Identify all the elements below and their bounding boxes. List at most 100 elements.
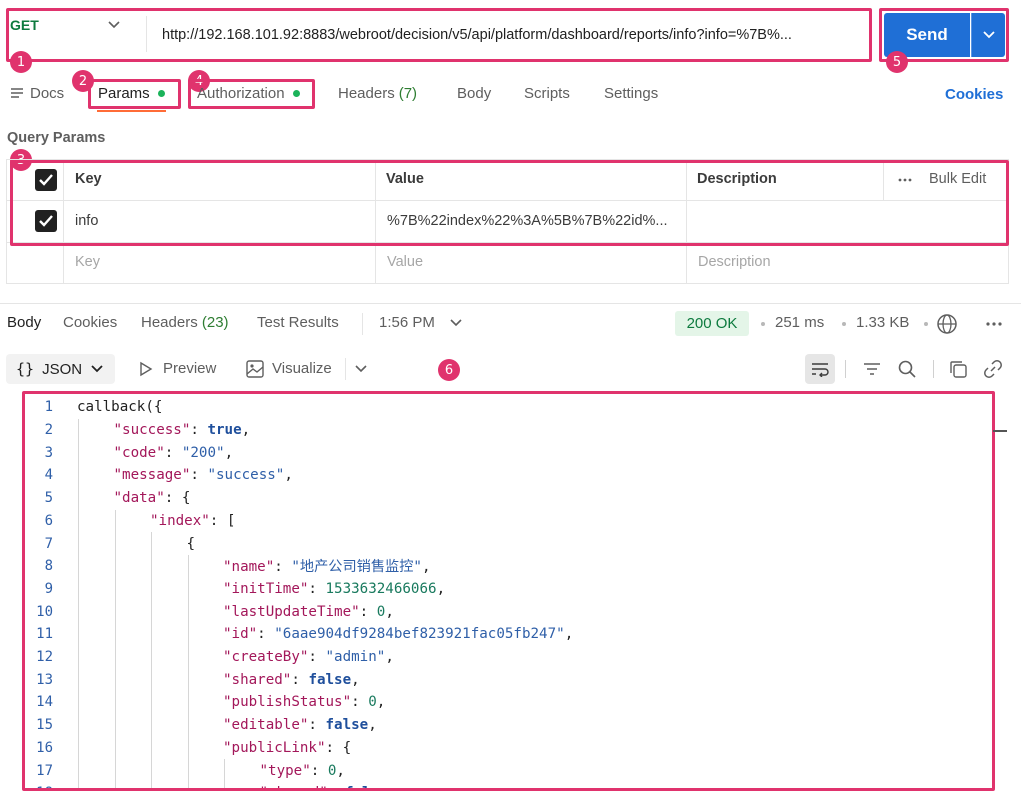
code-token: true [207, 422, 242, 439]
tab-headers[interactable]: Headers (7) [338, 82, 417, 104]
copy-icon[interactable] [948, 359, 968, 379]
tab-authorization[interactable]: Authorization [197, 82, 300, 104]
code-text: "data": { [114, 490, 191, 506]
code-text: "name": "地产公司销售监控", [223, 556, 430, 576]
code-line: 11 "id": "6aae904df9284bef823921fac05fb24… [25, 623, 992, 646]
code-line: 1 callback({ [25, 396, 992, 419]
new-value-input[interactable]: Value [387, 254, 423, 270]
line-number: 7 [44, 535, 53, 552]
line-number: 8 [44, 558, 53, 575]
code-line: 17 "type": 0, [25, 759, 992, 782]
code-text: "code": "200", [114, 445, 234, 461]
code-line: 13 "shared": false, [25, 668, 992, 691]
line-number: 1 [44, 399, 53, 416]
code-token: , [351, 671, 360, 688]
separator-dot [842, 322, 846, 326]
chevron-down-icon[interactable] [449, 318, 463, 328]
code-token: : [164, 444, 182, 461]
line-number: 10 [36, 603, 53, 620]
url-input[interactable]: http://192.168.101.92:8883/webroot/decis… [162, 24, 868, 46]
code-token: "lastUpdateTime" [223, 603, 360, 620]
param-key-cell[interactable]: info [75, 213, 98, 229]
tab-headers-label: Headers [338, 84, 395, 102]
code-token: , [436, 580, 446, 597]
toolbar-divider [845, 360, 846, 378]
code-line: 18 "shared": false [25, 782, 992, 788]
indent-guide [151, 532, 152, 788]
link-icon[interactable] [983, 359, 1003, 379]
cookies-link[interactable]: Cookies [945, 86, 1003, 103]
code-text: "id": "6aae904df9284bef823921fac05fb247"… [223, 626, 573, 642]
tab-authorization-label: Authorization [197, 84, 285, 102]
code-token: "admin" [325, 649, 386, 666]
indent-guide [187, 554, 189, 788]
line-number: 14 [36, 694, 53, 711]
indent-guide [78, 418, 79, 788]
tab-scripts[interactable]: Scripts [524, 82, 570, 104]
response-body-viewer[interactable]: 1 callback({2 "success": true, 3 "code": "20… [22, 391, 995, 791]
code-text: callback({ [77, 399, 162, 415]
code-token: 0 [368, 694, 377, 711]
line-number: 16 [36, 739, 53, 756]
filter-icon[interactable] [862, 360, 882, 378]
annotation-badge-6: 6 [438, 359, 460, 381]
send-options-button[interactable] [971, 13, 1005, 57]
code-line: 7{ [25, 532, 992, 555]
tab-headers-count: (7) [398, 84, 418, 102]
wrap-lines-button[interactable] [805, 354, 835, 384]
format-label: JSON [42, 360, 83, 378]
code-token: "6aae904df9284bef823921fac05fb247" [274, 626, 565, 643]
chevron-down-icon[interactable] [106, 18, 122, 32]
response-duration[interactable]: 251 ms [775, 314, 824, 331]
scrollbar-marker[interactable] [993, 430, 1007, 432]
format-select[interactable]: {} JSON [6, 354, 115, 384]
response-history[interactable]: 1:56 PM [379, 314, 435, 331]
globe-icon[interactable] [936, 313, 958, 335]
code-line: 3 "code": "200", [25, 441, 992, 464]
more-icon[interactable] [897, 177, 913, 183]
code-token: : { [325, 739, 352, 756]
tab-settings[interactable]: Settings [604, 82, 658, 104]
response-size[interactable]: 1.33 KB [856, 314, 909, 331]
new-key-input[interactable]: Key [75, 254, 100, 270]
checkmark-icon [39, 174, 53, 186]
code-text: "publishStatus": 0, [223, 694, 385, 710]
code-text: "message": "success", [114, 467, 293, 483]
param-row-checkbox[interactable] [35, 210, 57, 232]
code-line: 4 "message": "success", [25, 464, 992, 487]
param-value-cell[interactable]: %7B%22index%22%3A%5B%7B%22id%... [387, 213, 668, 229]
response-tab-cookies[interactable]: Cookies [63, 314, 117, 331]
select-all-checkbox[interactable] [35, 169, 57, 191]
annotation-badge-5: 5 [886, 51, 908, 73]
tab-docs[interactable]: Docs [10, 82, 64, 104]
preview-button[interactable]: Preview [163, 360, 216, 377]
code-token: , [385, 603, 394, 620]
code-token: "success" [207, 467, 285, 484]
tab-body[interactable]: Body [457, 82, 491, 104]
response-tab-test-results[interactable]: Test Results [257, 314, 339, 331]
code-token: "200" [181, 444, 225, 461]
code-token: : [274, 559, 292, 576]
response-tab-headers[interactable]: Headers (23) [141, 314, 229, 331]
code-token: false [308, 671, 352, 688]
line-number: 12 [36, 649, 53, 666]
code-token: 1533632466066 [325, 580, 437, 597]
code-token: : [328, 785, 345, 788]
more-options-icon[interactable] [985, 321, 1003, 327]
response-tab-divider [362, 313, 363, 335]
response-tab-body[interactable]: Body [7, 314, 41, 331]
bulk-edit-button[interactable]: Bulk Edit [929, 171, 986, 187]
search-icon[interactable] [897, 359, 917, 379]
code-token: "publicLink" [223, 739, 326, 756]
authorization-dot [292, 89, 300, 97]
code-text: "publicLink": { [223, 740, 351, 756]
code-line: 12 "createBy": "admin", [25, 646, 992, 669]
code-text: "shared": false, [223, 672, 360, 688]
new-description-input[interactable]: Description [698, 254, 771, 270]
tab-docs-label: Docs [30, 84, 65, 102]
chevron-down-icon[interactable] [354, 364, 368, 374]
column-header-value: Value [386, 171, 424, 187]
visualize-button[interactable]: Visualize [272, 360, 332, 377]
tab-params[interactable]: Params [98, 82, 165, 104]
code-token: : [351, 694, 369, 711]
